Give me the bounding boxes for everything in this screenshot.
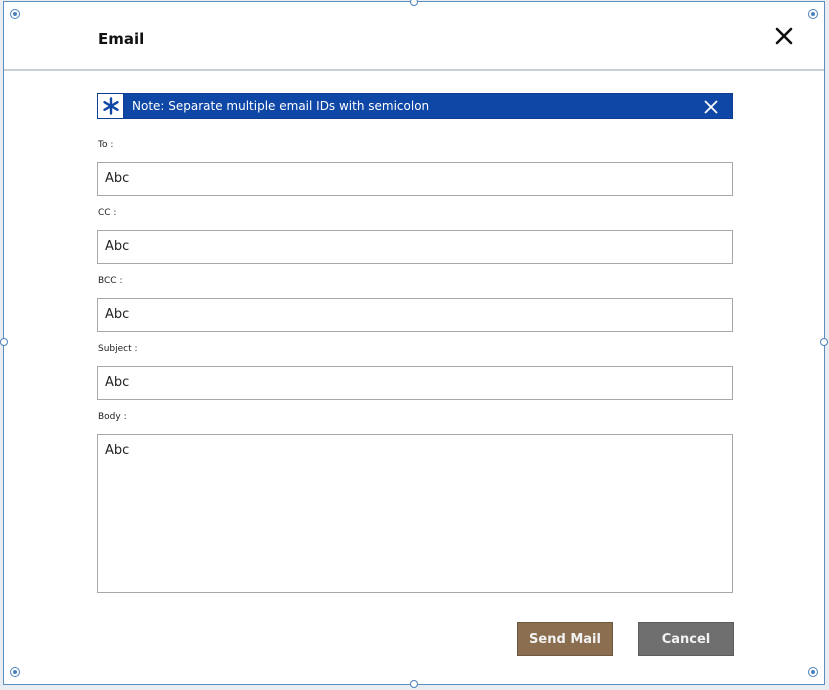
- dialog-title: Email: [98, 30, 145, 48]
- cc-label: CC :: [98, 208, 117, 218]
- body-textarea[interactable]: Abc: [97, 434, 733, 593]
- resize-handle-bottom-left[interactable]: [10, 667, 20, 677]
- subject-field[interactable]: Abc: [97, 366, 733, 400]
- header-divider: [4, 69, 824, 71]
- body-value: Abc: [105, 443, 130, 458]
- bcc-field[interactable]: Abc: [97, 298, 733, 332]
- subject-label: Subject :: [98, 344, 138, 354]
- to-field[interactable]: Abc: [97, 162, 733, 196]
- resize-handle-bottom-right[interactable]: [808, 667, 818, 677]
- cc-field[interactable]: Abc: [97, 230, 733, 264]
- resize-handle-right[interactable]: [820, 338, 828, 346]
- close-icon[interactable]: [774, 26, 794, 46]
- bcc-label: BCC :: [98, 276, 123, 286]
- resize-handle-top-right[interactable]: [808, 9, 818, 19]
- resize-handle-bottom[interactable]: [410, 680, 418, 688]
- resize-handle-left[interactable]: [0, 338, 8, 346]
- bcc-value: Abc: [105, 307, 130, 322]
- send-mail-button[interactable]: Send Mail: [517, 622, 613, 656]
- body-label: Body :: [98, 412, 127, 422]
- close-icon[interactable]: [704, 99, 718, 114]
- to-value: Abc: [105, 171, 130, 186]
- to-label: To :: [98, 140, 114, 150]
- asterisk-icon: [98, 94, 124, 118]
- cc-value: Abc: [105, 239, 130, 254]
- subject-value: Abc: [105, 375, 130, 390]
- cancel-button[interactable]: Cancel: [638, 622, 734, 656]
- resize-handle-top[interactable]: [410, 0, 418, 6]
- note-banner: Note: Separate multiple email IDs with s…: [97, 93, 733, 119]
- resize-handle-top-left[interactable]: [10, 9, 20, 19]
- note-text: Note: Separate multiple email IDs with s…: [132, 99, 430, 113]
- email-dialog: Email Note: Separate multiple email IDs …: [0, 0, 828, 688]
